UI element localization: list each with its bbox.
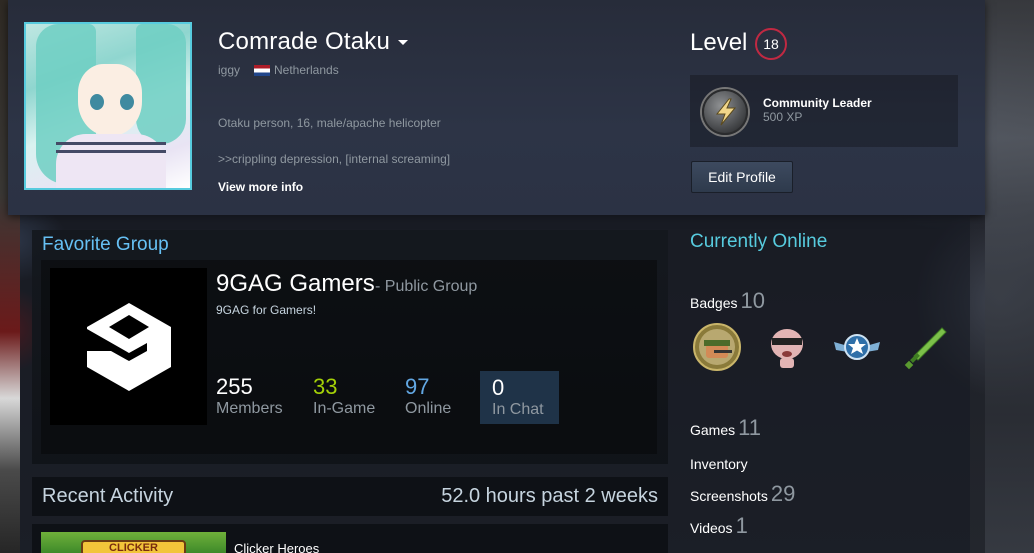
game-capsule-banner: CLICKER [81,540,186,553]
online-status: Currently Online [690,231,828,252]
inventory-link[interactable]: Inventory [690,456,748,472]
stat-online-label: Online [405,400,452,417]
persona-name-text: Comrade Otaku [218,28,391,55]
level-label: Level [690,29,748,56]
videos-label: Videos [690,520,733,536]
stat-online-value: 97 [405,374,430,399]
profile-summary-line: Otaku person, 16, male/apache helicopter [218,116,441,130]
profile-summary-line: >>crippling depression, [internal scream… [218,152,451,166]
country-name: Netherlands [274,63,339,77]
stat-in-chat-button[interactable]: 0 In Chat [480,371,559,424]
recent-activity-title: Recent Activity [42,485,174,507]
featured-badge-xp: 500 XP [763,110,803,124]
videos-link[interactable]: Videos 1 [690,513,748,539]
featured-badge[interactable]: Community Leader 500 XP [690,75,958,147]
stat-in-game: 33 In-Game [313,375,375,419]
lightning-badge-icon [702,89,748,135]
screenshots-count: 29 [770,481,796,506]
favorite-group-header: Favorite Group [42,234,169,255]
games-count: 11 [738,415,761,440]
game-name-link[interactable]: Clicker Heroes [234,541,319,553]
sword-badge-icon[interactable] [902,322,952,372]
real-name: iggy [218,63,241,77]
stat-members: 255 Members [216,375,283,419]
group-name-link[interactable]: 9GAG Gamers [216,270,375,298]
chevron-down-icon[interactable] [398,40,409,46]
group-type: - Public Group [375,278,478,295]
soldier-badge-icon[interactable] [692,322,742,372]
screenshots-link[interactable]: Screenshots 29 [690,481,795,507]
stat-in-game-label: In-Game [313,400,376,417]
isaac-badge-icon[interactable] [762,322,812,372]
badges-label: Badges [690,295,738,311]
level-badge[interactable]: 18 [755,28,787,60]
group-description: 9GAG for Gamers! [216,303,317,317]
stat-in-chat-value: 0 [492,375,505,400]
group-logo[interactable] [50,268,207,425]
games-label: Games [690,422,736,438]
stat-in-chat-label: In Chat [492,401,544,418]
game-capsule[interactable]: CLICKER [41,532,226,553]
view-more-info-link[interactable]: View more info [218,180,303,194]
star-wings-badge-icon[interactable] [832,322,882,372]
videos-count: 1 [735,513,748,538]
netherlands-flag-icon [254,65,270,76]
edit-profile-button[interactable]: Edit Profile [691,161,793,193]
featured-badge-title: Community Leader [763,96,872,110]
persona-name[interactable]: Comrade Otaku [218,28,409,56]
screenshots-label: Screenshots [690,488,768,504]
stat-members-value: 255 [216,374,253,399]
nine-gag-logo-icon [87,303,171,391]
stat-in-game-value: 33 [313,374,338,399]
recent-activity-hours: 52.0 hours past 2 weeks [441,485,658,507]
stat-members-label: Members [216,400,283,417]
badges-link[interactable]: Badges 10 [690,288,765,314]
badges-count: 10 [740,288,765,313]
background-art-right [985,0,1034,553]
avatar[interactable] [24,22,192,190]
games-link[interactable]: Games 11 [690,415,761,441]
stat-online: 97 Online [405,375,451,419]
